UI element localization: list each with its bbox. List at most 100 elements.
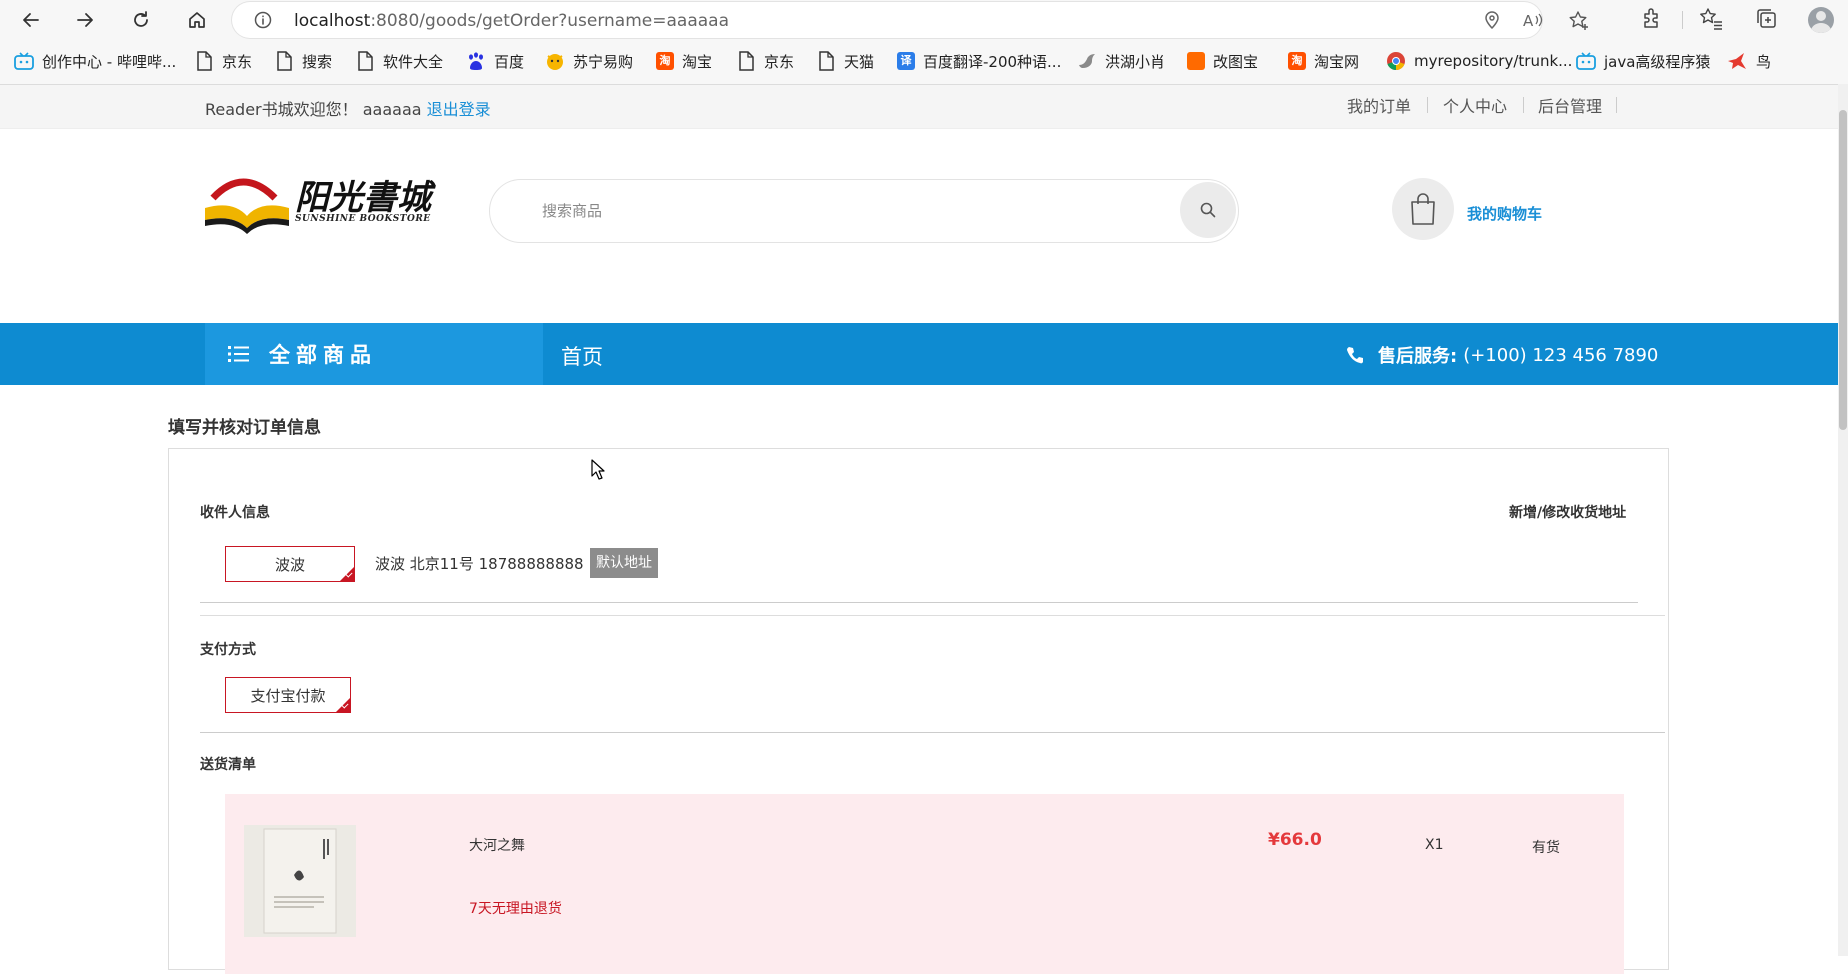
refresh-button[interactable] (124, 4, 158, 36)
bookmark-label: 苏宁易购 (573, 52, 634, 71)
after-sales-service: 售后服务: (+100) 123 456 7890 (1346, 342, 1658, 368)
bookmark-item[interactable]: 百度 (466, 50, 524, 72)
admin-link[interactable]: 后台管理 (1538, 93, 1602, 117)
item-name[interactable]: 大河之舞 (469, 835, 525, 855)
item-quantity: X1 (1425, 837, 1444, 853)
collections-icon[interactable] (1754, 6, 1780, 32)
home-button[interactable] (180, 4, 214, 36)
back-arrow-icon (23, 13, 39, 27)
url-host: localhost (294, 11, 371, 31)
page-icon (197, 51, 212, 71)
bookmark-item[interactable]: 京东 (196, 50, 252, 72)
page-icon (739, 51, 754, 71)
bookmark-label: 百度 (494, 52, 525, 71)
bookmark-label: 洪湖小肖 (1105, 52, 1166, 71)
bookmark-label: 京东 (222, 52, 253, 71)
bookmark-item[interactable]: 淘 淘宝 (656, 50, 712, 72)
bookmark-item[interactable]: 鸟 (1726, 50, 1771, 72)
book-cover-icon (244, 825, 356, 937)
bookmark-item[interactable]: 淘 淘宝网 (1288, 50, 1359, 72)
url-text[interactable]: localhost:8080/goods/getOrder?username=a… (294, 11, 729, 31)
refresh-icon (134, 11, 148, 27)
logo-text: 阳光書城 (295, 178, 431, 218)
topbar-divider (1523, 97, 1524, 113)
bookmark-item[interactable]: 创作中心 - 哔哩哔... (14, 50, 176, 72)
site-logo[interactable]: 阳光書城 SUNSHINE BOOKSTORE (203, 170, 433, 240)
page-icon (358, 51, 373, 71)
bookmark-label: 软件大全 (383, 52, 444, 71)
bookmark-item[interactable]: 苏宁易购 (545, 50, 633, 72)
section-divider (200, 602, 1638, 603)
bookmark-label: 搜索 (302, 52, 333, 71)
location-icon[interactable] (1482, 10, 1502, 30)
favorites-icon[interactable] (1698, 6, 1724, 32)
back-button[interactable] (14, 4, 48, 36)
extensions-icon[interactable] (1640, 6, 1664, 32)
page-icon (819, 51, 834, 71)
return-policy: 7天无理由退货 (469, 901, 562, 917)
read-aloud-icon[interactable]: A (1522, 10, 1544, 30)
shopping-bag-icon (1411, 193, 1435, 225)
payment-option-selected[interactable]: 支付宝付款 (225, 677, 351, 713)
bookmark-item[interactable]: 译 百度翻译-200种语... (897, 50, 1061, 72)
bookmark-item[interactable]: 天猫 (818, 50, 874, 72)
selected-check-icon (336, 698, 350, 712)
bookmark-item[interactable]: java高级程序猿 (1576, 50, 1710, 72)
payment-method: 支付宝付款 (250, 686, 326, 705)
username: aaaaaa (362, 100, 422, 119)
page-title: 填写并核对订单信息 (168, 418, 321, 438)
bookmark-label: 鸟 (1756, 52, 1772, 71)
selected-check-icon (340, 567, 354, 581)
search-button[interactable] (1180, 182, 1236, 238)
home-icon (189, 12, 205, 28)
main-navbar: 全部商品 首页 售后服务: (+100) 123 456 7890 (0, 323, 1838, 385)
scrollbar-thumb[interactable] (1839, 110, 1847, 430)
delivery-list-label: 送货清单 (200, 757, 256, 773)
favorite-add-icon[interactable] (1568, 10, 1590, 32)
my-orders-link[interactable]: 我的订单 (1347, 93, 1411, 117)
receiver-info-label: 收件人信息 (200, 505, 270, 521)
bookmark-item[interactable]: 搜索 (276, 50, 332, 72)
bookmark-label: 创作中心 - 哔哩哔... (42, 52, 177, 71)
browser-toolbar: localhost:8080/goods/getOrder?username=a… (0, 0, 1848, 40)
order-form: 收件人信息 新增/修改收货地址 波波 波波 北京11号 18788888888 … (168, 448, 1669, 974)
payment-method-label: 支付方式 (200, 642, 256, 658)
bookmark-label: 改图宝 (1213, 52, 1259, 71)
phone-icon (1347, 347, 1363, 364)
receiver-option-selected[interactable]: 波波 (225, 546, 355, 582)
forward-button[interactable] (68, 4, 102, 36)
bookmark-label: myrepository/trunk... (1414, 52, 1573, 70)
page-icon (277, 51, 292, 71)
cart-link[interactable]: 我的购物车 (1467, 203, 1542, 224)
nav-home-link[interactable]: 首页 (561, 341, 603, 371)
bookmark-item[interactable]: 京东 (738, 50, 794, 72)
book-cover-image[interactable] (244, 825, 356, 937)
taobao-icon: 淘 (1288, 52, 1306, 70)
list-icon (228, 346, 249, 362)
search-input[interactable] (540, 196, 1144, 226)
bookmark-label: java高级程序猿 (1604, 52, 1711, 71)
site-info-icon[interactable] (254, 11, 272, 29)
logout-link[interactable]: 退出登录 (427, 100, 491, 119)
bookmark-label: 淘宝网 (1314, 52, 1360, 71)
bookmark-item[interactable]: myrepository/trunk... (1386, 50, 1572, 72)
bookmark-item[interactable]: 软件大全 (357, 50, 443, 72)
baidu-icon (469, 52, 483, 70)
all-goods-menu[interactable]: 全部商品 (205, 323, 543, 385)
cart-button[interactable] (1392, 178, 1454, 240)
user-center-link[interactable]: 个人中心 (1443, 93, 1507, 117)
edit-address-link[interactable]: 新增/修改收货地址 (1509, 502, 1626, 522)
default-address-badge: 默认地址 (590, 548, 658, 578)
address-bar[interactable]: localhost:8080/goods/getOrder?username=a… (232, 2, 1588, 38)
bookmark-label: 百度翻译-200种语... (923, 52, 1062, 71)
page-scrollbar[interactable] (1838, 84, 1848, 956)
bookmark-item[interactable]: 改图宝 (1187, 50, 1258, 72)
item-price: ¥66.0 (1268, 830, 1322, 850)
welcome-message: Reader书城欢迎您！ aaaaaa 退出登录 (205, 96, 491, 120)
svg-text:A: A (1523, 12, 1534, 30)
topbar-divider (1616, 97, 1617, 113)
section-divider (200, 732, 1665, 733)
bookmark-item[interactable]: 洪湖小肖 (1077, 50, 1165, 72)
profile-avatar[interactable] (1808, 7, 1834, 33)
receiver-name: 波波 (274, 555, 305, 574)
